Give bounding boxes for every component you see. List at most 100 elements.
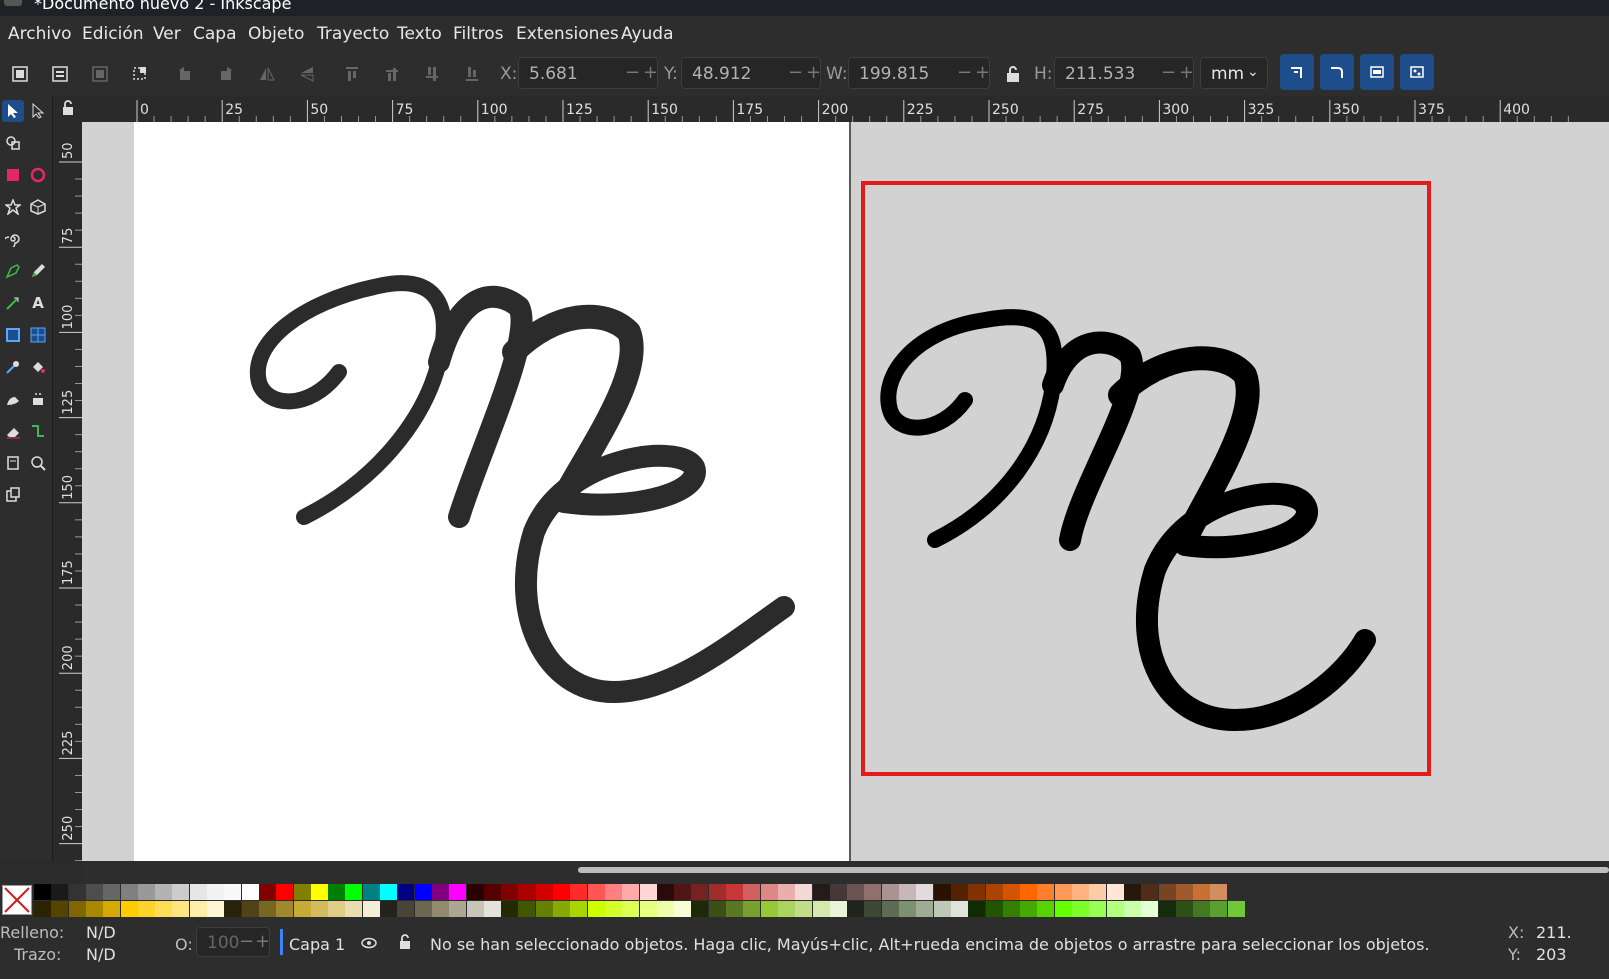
color-swatch[interactable]: [345, 884, 363, 900]
color-swatch[interactable]: [483, 884, 501, 900]
x-field[interactable]: 5.681 − +: [518, 57, 658, 89]
color-swatch[interactable]: [501, 901, 519, 917]
color-swatch[interactable]: [968, 901, 986, 917]
color-swatch[interactable]: [414, 884, 432, 900]
color-swatch[interactable]: [708, 884, 726, 900]
color-swatch[interactable]: [829, 884, 847, 900]
menu-texto[interactable]: Texto: [397, 24, 442, 44]
color-swatch[interactable]: [380, 901, 397, 917]
color-swatch[interactable]: [1175, 884, 1193, 900]
color-swatch[interactable]: [345, 901, 363, 917]
eraser-tool-icon[interactable]: [2, 420, 24, 442]
color-swatch[interactable]: [604, 884, 622, 900]
color-swatch[interactable]: [864, 901, 882, 917]
menu-filtros[interactable]: Filtros: [453, 24, 504, 44]
monogram-me-right[interactable]: [865, 185, 1427, 772]
color-swatch[interactable]: [829, 901, 847, 917]
text-icon[interactable]: A: [27, 292, 49, 314]
color-swatch[interactable]: [760, 901, 778, 917]
color-swatch[interactable]: [1141, 901, 1159, 917]
color-swatch[interactable]: [985, 884, 1003, 900]
pen-icon[interactable]: [2, 260, 24, 282]
menu-capa[interactable]: Capa: [193, 24, 237, 44]
color-swatch[interactable]: [1106, 901, 1124, 917]
paint-bucket-icon[interactable]: [27, 356, 49, 378]
move-gradients-button[interactable]: [1360, 54, 1394, 90]
color-swatch[interactable]: [362, 901, 380, 917]
deselect-icon[interactable]: [90, 64, 110, 84]
color-swatch[interactable]: [691, 901, 709, 917]
color-swatch[interactable]: [449, 884, 467, 900]
color-swatch[interactable]: [760, 884, 778, 900]
pencil-icon[interactable]: [27, 260, 49, 282]
tweak-icon[interactable]: [2, 132, 24, 154]
color-swatch[interactable]: [916, 901, 934, 917]
color-swatch[interactable]: [899, 884, 916, 900]
color-swatch[interactable]: [258, 901, 276, 917]
color-swatch[interactable]: [812, 884, 830, 900]
color-swatch[interactable]: [34, 884, 51, 900]
horizontal-ruler[interactable]: 0 25 50 75 100 125 150 175 200 225 250 275 300 325 350…: [82, 96, 1609, 122]
connector-icon[interactable]: [27, 420, 49, 442]
color-swatch[interactable]: [587, 884, 605, 900]
w-increment-icon[interactable]: +: [975, 62, 990, 83]
color-swatch[interactable]: [1089, 884, 1107, 900]
color-swatch[interactable]: [1141, 884, 1159, 900]
gradient-icon[interactable]: [2, 324, 24, 346]
color-swatch[interactable]: [155, 884, 173, 900]
color-swatch[interactable]: [535, 884, 553, 900]
color-swatch[interactable]: [1158, 901, 1176, 917]
layer-name[interactable]: Capa 1: [289, 935, 345, 954]
color-swatch[interactable]: [397, 901, 415, 917]
menu-archivo[interactable]: Archivo: [8, 24, 72, 44]
color-swatch[interactable]: [1002, 901, 1020, 917]
color-swatch[interactable]: [622, 884, 640, 900]
zoom-icon[interactable]: [27, 452, 49, 474]
h-increment-icon[interactable]: +: [1179, 62, 1194, 83]
color-swatch[interactable]: [691, 884, 709, 900]
color-swatch[interactable]: [241, 901, 259, 917]
layer-lock-icon[interactable]: [397, 933, 413, 955]
color-swatch[interactable]: [570, 884, 588, 900]
color-swatch[interactable]: [466, 884, 484, 900]
color-swatch[interactable]: [310, 884, 328, 900]
color-swatch[interactable]: [553, 884, 570, 900]
eraser-icon[interactable]: [27, 388, 49, 410]
scrollbar-thumb[interactable]: [578, 867, 1609, 873]
color-swatch[interactable]: [431, 901, 449, 917]
raise-to-top-icon[interactable]: [342, 64, 362, 84]
y-increment-icon[interactable]: +: [806, 62, 821, 83]
color-swatch[interactable]: [1072, 884, 1089, 900]
color-swatch[interactable]: [258, 884, 276, 900]
color-swatch[interactable]: [276, 884, 294, 900]
canvas[interactable]: [82, 122, 1609, 861]
clone-icon[interactable]: [2, 484, 24, 506]
menu-trayecto[interactable]: Trayecto: [317, 24, 389, 44]
fill-value[interactable]: N/D: [86, 923, 116, 942]
color-swatch[interactable]: [207, 884, 224, 900]
spray-icon[interactable]: [2, 388, 24, 410]
color-swatch[interactable]: [1002, 884, 1020, 900]
color-swatch[interactable]: [933, 901, 951, 917]
color-swatch[interactable]: [777, 884, 795, 900]
color-swatch[interactable]: [51, 884, 69, 900]
opacity-increment-icon[interactable]: +: [255, 931, 270, 952]
color-swatch[interactable]: [864, 884, 882, 900]
color-swatch[interactable]: [172, 901, 190, 917]
y-field[interactable]: 48.912 − +: [681, 57, 821, 89]
color-swatch[interactable]: [795, 884, 813, 900]
color-swatch[interactable]: [795, 901, 813, 917]
color-swatch[interactable]: [916, 884, 934, 900]
stroke-value[interactable]: N/D: [86, 945, 116, 964]
color-swatch[interactable]: [1227, 901, 1245, 917]
color-swatch[interactable]: [120, 884, 138, 900]
box3d-icon[interactable]: [27, 196, 49, 218]
color-swatch[interactable]: [103, 884, 121, 900]
calligraphy-icon[interactable]: [2, 292, 24, 314]
color-swatch[interactable]: [1020, 901, 1038, 917]
color-swatch[interactable]: [933, 884, 951, 900]
move-patterns-button[interactable]: [1400, 54, 1434, 90]
color-swatch[interactable]: [414, 901, 432, 917]
color-swatch[interactable]: [726, 901, 743, 917]
color-swatch[interactable]: [172, 884, 190, 900]
